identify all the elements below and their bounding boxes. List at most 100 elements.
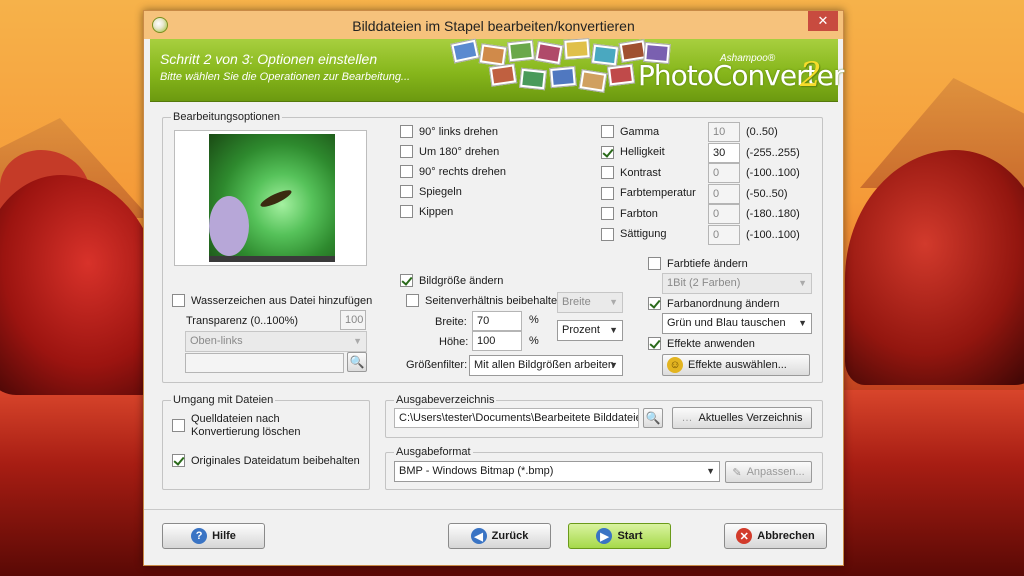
adjust-option-checkbox[interactable]: Helligkeit — [601, 145, 665, 159]
adjust-range-label: (-180..180) — [746, 208, 800, 220]
chevron-down-icon: ▼ — [609, 297, 618, 307]
keep-ratio-checkbox[interactable]: Seitenverhältnis beibehalten — [406, 294, 563, 307]
checkbox-box[interactable] — [172, 294, 185, 307]
checkbox-box[interactable] — [400, 165, 413, 178]
checkbox-box[interactable] — [648, 337, 661, 350]
adjust-value-field[interactable]: 10 — [708, 122, 740, 142]
adjust-option-label: Farbtemperatur — [620, 187, 696, 199]
delete-source-label: Quelldateien nach Konvertierung löschen — [191, 413, 301, 438]
adjust-option-checkbox[interactable]: Sättigung — [601, 227, 666, 241]
adjust-option-checkbox[interactable]: Gamma — [601, 125, 659, 138]
color-order-select[interactable]: Grün und Blau tauschen ▼ — [662, 313, 812, 334]
checkbox-box[interactable] — [601, 186, 614, 200]
rotate-option-checkbox[interactable]: 90° rechts drehen — [400, 165, 506, 178]
adjust-format-button[interactable]: ✎ Anpassen... — [725, 461, 812, 483]
unit-select[interactable]: Prozent ▼ — [557, 320, 623, 341]
chevron-down-icon: ▼ — [798, 318, 807, 328]
select-effects-button[interactable]: ☺ Effekte auswählen... — [662, 354, 810, 376]
adjust-option-checkbox[interactable]: Farbton — [601, 207, 658, 220]
output-path-field[interactable]: C:\Users\tester\Documents\Bearbeitete Bi… — [394, 408, 639, 428]
rotate-option-checkbox[interactable]: 90° links drehen — [400, 125, 498, 138]
height-field[interactable]: 100 — [472, 331, 522, 351]
checkbox-box[interactable] — [400, 145, 413, 158]
browse-folder-icon[interactable]: 🔍 — [643, 408, 663, 428]
color-order-checkbox[interactable]: Farbanordnung ändern — [648, 297, 780, 310]
rotate-option-label: 90° rechts drehen — [419, 165, 506, 178]
rotate-option-label: Um 180° drehen — [419, 145, 500, 158]
width-label: Breite: — [435, 316, 467, 328]
resize-checkbox[interactable]: Bildgröße ändern — [400, 274, 503, 287]
back-button[interactable]: ◀ Zurück — [448, 523, 551, 549]
checkbox-box[interactable] — [400, 125, 413, 138]
rotate-option-checkbox[interactable]: Kippen — [400, 205, 453, 218]
color-depth-select[interactable]: 1Bit (2 Farben) ▼ — [662, 273, 812, 294]
checkbox-box[interactable] — [648, 257, 661, 270]
adjust-range-label: (-50..50) — [746, 187, 788, 200]
preview-image — [209, 134, 335, 262]
ratio-value: Breite — [562, 296, 591, 308]
keep-ratio-label: Seitenverhältnis beibehalten — [425, 294, 564, 307]
adjust-value-field[interactable]: 0 — [708, 224, 740, 245]
unit-value: Prozent — [562, 324, 600, 336]
photo-collage-image — [450, 38, 671, 102]
checkbox-box[interactable] — [601, 125, 614, 138]
adjust-option-label: Helligkeit — [620, 146, 665, 158]
effects-checkbox[interactable]: Effekte anwenden — [648, 337, 755, 350]
title-bar[interactable]: Bilddateien im Stapel bearbeiten/konvert… — [144, 11, 843, 39]
footer-separator — [144, 509, 843, 510]
dialog-window: Bilddateien im Stapel bearbeiten/konvert… — [143, 10, 844, 566]
filter-label: Größenfilter: — [406, 359, 468, 371]
cancel-button[interactable]: ✕ Abbrechen — [724, 523, 827, 549]
rotate-option-checkbox[interactable]: Spiegeln — [400, 185, 462, 198]
close-button[interactable]: ✕ — [808, 11, 838, 31]
adjust-value-field[interactable]: 0 — [708, 163, 740, 183]
adjust-option-label: Kontrast — [620, 166, 661, 179]
current-dir-button[interactable]: … Aktuelles Verzeichnis — [672, 407, 812, 429]
help-button[interactable]: ? Hilfe — [162, 523, 265, 549]
delete-source-checkbox[interactable]: Quelldateien nach Konvertierung löschen — [172, 413, 331, 439]
checkbox-box[interactable] — [601, 227, 614, 241]
wizard-banner: Schritt 2 von 3: Optionen einstellen Bit… — [150, 38, 844, 102]
adjust-option-checkbox[interactable]: Farbtemperatur — [601, 186, 696, 200]
adjust-value-field[interactable]: 30 — [708, 142, 740, 163]
rotate-option-label: 90° links drehen — [419, 125, 499, 138]
image-preview — [174, 130, 367, 266]
color-order-value: Grün und Blau tauschen — [667, 317, 786, 329]
start-label: Start — [617, 530, 643, 542]
checkbox-box[interactable] — [406, 294, 419, 307]
checkbox-box[interactable] — [601, 207, 614, 220]
browse-folder-icon[interactable]: 🔍 — [347, 352, 367, 372]
width-field[interactable]: 70 — [472, 311, 522, 331]
rotate-option-checkbox[interactable]: Um 180° drehen — [400, 145, 499, 158]
checkbox-box[interactable] — [601, 166, 614, 179]
checkbox-box[interactable] — [172, 419, 185, 432]
checkbox-box[interactable] — [648, 297, 661, 310]
transparency-field[interactable]: 100 — [340, 310, 366, 330]
adjust-value-field[interactable]: 0 — [708, 183, 740, 204]
ratio-select[interactable]: Breite ▼ — [557, 292, 623, 313]
watermark-checkbox[interactable]: Wasserzeichen aus Datei hinzufügen — [172, 294, 372, 307]
color-depth-checkbox[interactable]: Farbtiefe ändern — [648, 257, 748, 270]
chevron-down-icon: ▼ — [353, 336, 362, 346]
output-format-select[interactable]: BMP - Windows Bitmap (*.bmp) ▼ — [394, 461, 720, 482]
watermark-position-select[interactable]: Oben-links ▼ — [185, 331, 367, 352]
checkbox-box[interactable] — [400, 205, 413, 218]
select-effects-label: Effekte auswählen... — [688, 359, 787, 371]
watermark-file-field[interactable] — [185, 353, 344, 373]
start-button[interactable]: ▶ Start — [568, 523, 671, 549]
checkbox-box[interactable] — [400, 185, 413, 198]
filter-select[interactable]: Mit allen Bildgrößen arbeiten ▼ — [469, 355, 623, 376]
chevron-down-icon: ▼ — [609, 360, 618, 370]
arrow-right-icon: ▶ — [596, 528, 613, 544]
back-label: Zurück — [491, 530, 529, 542]
keep-date-checkbox[interactable]: Originales Dateidatum beibehalten — [172, 454, 360, 467]
transparency-label: Transparenz (0..100%) — [186, 315, 299, 327]
rotate-option-label: Spiegeln — [419, 185, 462, 198]
adjust-value-field[interactable]: 0 — [708, 204, 740, 224]
adjust-option-checkbox[interactable]: Kontrast — [601, 166, 661, 179]
help-icon: ? — [191, 528, 208, 544]
checkbox-box[interactable] — [400, 274, 413, 287]
checkbox-box[interactable] — [172, 454, 185, 467]
arrow-left-icon: ◀ — [470, 528, 487, 544]
checkbox-box[interactable] — [601, 145, 614, 159]
